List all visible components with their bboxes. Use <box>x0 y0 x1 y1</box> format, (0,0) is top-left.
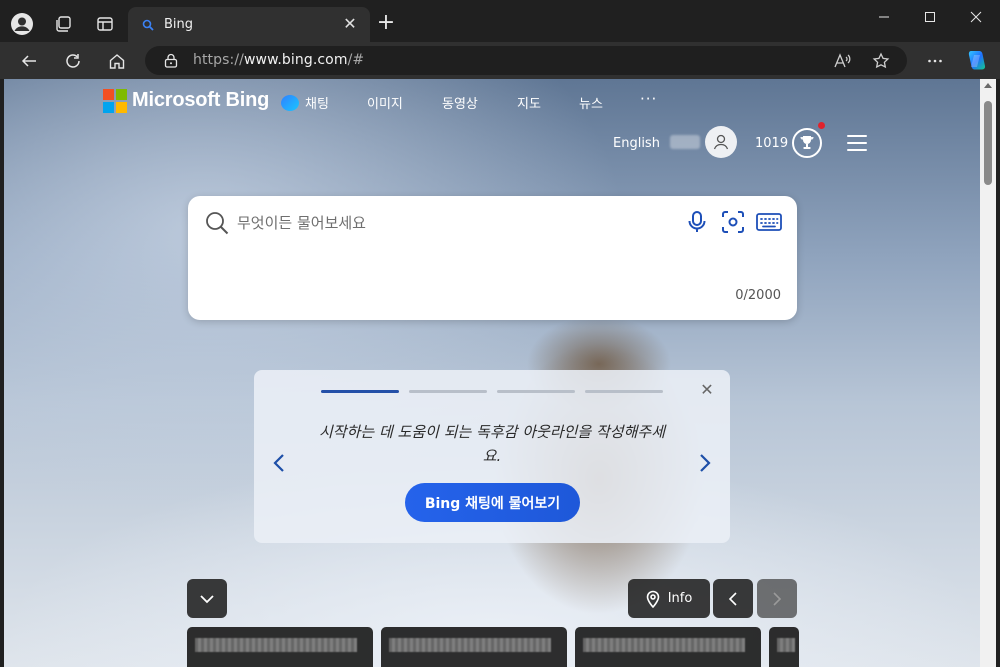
close-window-button[interactable] <box>953 5 999 29</box>
copilot-icon[interactable] <box>963 48 989 74</box>
more-icon[interactable] <box>922 48 948 74</box>
notification-dot <box>818 122 825 129</box>
url-text: https://www.bing.com/# <box>193 52 364 68</box>
scrollbar-thumb[interactable] <box>984 101 992 185</box>
page-viewport: Microsoft Bing 채팅 이미지 동영상 지도 뉴스 ··· Engl… <box>4 79 980 667</box>
close-tab-icon[interactable]: ✕ <box>342 16 358 32</box>
search-input[interactable]: 무엇이든 물어보세요 <box>237 212 366 233</box>
language-switch[interactable]: English <box>613 136 660 151</box>
window-border <box>996 79 1000 667</box>
chevron-left-icon <box>728 591 737 606</box>
previous-image-button[interactable] <box>713 579 753 618</box>
scroll-up-icon[interactable] <box>984 83 992 88</box>
browser-tab[interactable]: Bing ✕ <box>128 7 370 42</box>
url-host: www.bing.com <box>243 52 348 68</box>
microphone-icon[interactable] <box>684 209 710 235</box>
brand-name[interactable]: Microsoft Bing <box>132 89 269 112</box>
hamburger-menu-icon[interactable] <box>847 135 867 151</box>
refresh-button[interactable] <box>60 48 86 74</box>
nav-images[interactable]: 이미지 <box>367 93 403 112</box>
character-counter: 0/2000 <box>735 288 781 303</box>
feed-card[interactable] <box>187 627 373 667</box>
feed-card[interactable] <box>769 627 799 667</box>
rewards-points[interactable]: 1019 <box>755 136 788 151</box>
nav-maps[interactable]: 지도 <box>517 93 541 112</box>
keyboard-icon[interactable] <box>755 209 783 235</box>
microsoft-logo[interactable] <box>103 89 127 113</box>
url-path: /# <box>347 52 365 68</box>
address-bar[interactable]: https://www.bing.com/# <box>145 46 907 75</box>
trophy-icon[interactable] <box>792 128 822 158</box>
chevron-left-icon[interactable] <box>271 452 287 474</box>
location-pin-icon <box>646 590 659 608</box>
chevron-right-icon <box>773 591 782 606</box>
feed-card[interactable] <box>381 627 567 667</box>
read-aloud-icon[interactable] <box>832 51 852 71</box>
info-label: Info <box>667 591 693 606</box>
progress-step-3 <box>497 390 575 393</box>
ask-bing-chat-button[interactable]: Bing 채팅에 물어보기 <box>405 483 580 522</box>
favorite-star-icon[interactable] <box>871 51 891 71</box>
page-scrollbar[interactable] <box>980 79 996 667</box>
close-icon[interactable]: ✕ <box>700 382 714 398</box>
maximize-button[interactable] <box>907 5 953 29</box>
next-image-button[interactable] <box>757 579 797 618</box>
nav-news[interactable]: 뉴스 <box>579 93 603 112</box>
search-icon <box>206 212 229 235</box>
feed-card[interactable] <box>575 627 761 667</box>
nav-videos[interactable]: 동영상 <box>442 93 478 112</box>
progress-step-2 <box>409 390 487 393</box>
home-button[interactable] <box>104 48 130 74</box>
chevron-down-icon <box>200 594 214 603</box>
progress-step-1 <box>321 390 399 393</box>
visual-search-icon[interactable] <box>720 209 746 235</box>
suggestion-message: 시작하는 데 도움이 되는 독후감 아웃라인을 작성해주세요. <box>318 423 665 465</box>
new-tab-button[interactable]: + <box>374 12 398 36</box>
tab-actions-icon[interactable] <box>93 12 117 36</box>
image-info-button[interactable]: Info <box>628 579 710 618</box>
browser-titlebar: Bing ✕ + <box>0 0 1000 42</box>
profile-icon[interactable] <box>10 12 34 36</box>
back-button[interactable] <box>16 48 42 74</box>
search-box[interactable]: 무엇이든 물어보세요 0/2000 <box>188 196 797 320</box>
url-scheme: https:// <box>193 52 244 68</box>
minimize-button[interactable] <box>861 5 907 29</box>
expand-feed-button[interactable] <box>187 579 227 618</box>
browser-toolbar: https://www.bing.com/# <box>0 42 1000 79</box>
workspaces-icon[interactable] <box>51 12 75 36</box>
lock-icon[interactable] <box>164 53 178 68</box>
chat-icon <box>281 95 299 111</box>
search-icon <box>142 19 154 31</box>
chevron-right-icon[interactable] <box>697 452 713 474</box>
suggestion-card: ✕ 시작하는 데 도움이 되는 독후감 아웃라인을 작성해주세요. Bing 채… <box>254 370 730 543</box>
user-name-blurred[interactable] <box>670 135 700 149</box>
avatar[interactable] <box>705 126 737 158</box>
nav-chat[interactable]: 채팅 <box>305 93 329 112</box>
tab-title: Bing <box>164 17 194 32</box>
progress-step-4 <box>585 390 663 393</box>
nav-more[interactable]: ··· <box>640 90 657 108</box>
